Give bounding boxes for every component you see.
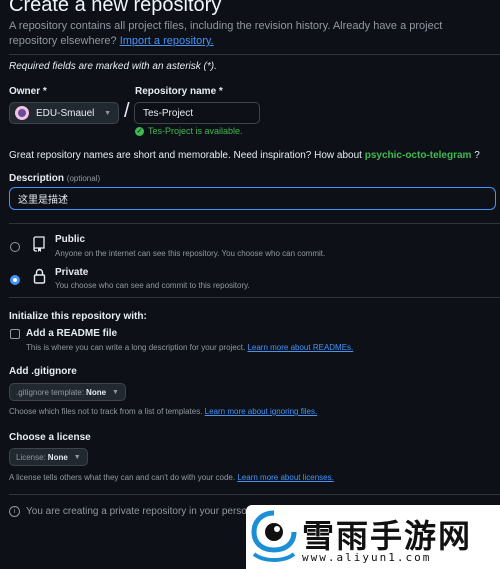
divider — [9, 54, 500, 55]
private-description: You choose who can see and commit to thi… — [55, 281, 250, 290]
divider — [9, 494, 500, 495]
private-radio[interactable] — [10, 275, 20, 285]
readme-learn-more-link[interactable]: Learn more about READMEs. — [247, 343, 353, 352]
owner-label: Owner * — [9, 86, 47, 97]
watermark-url: www.aliyun1.com — [302, 551, 432, 564]
readme-checkbox[interactable] — [10, 329, 20, 339]
intro-description: A repository contains all project files,… — [9, 20, 443, 47]
gitignore-select-prefix: .gitignore template: — [16, 387, 85, 397]
description-input[interactable]: 这里是描述 — [9, 187, 496, 210]
availability-status: ✓ Tes-Project is available. — [135, 126, 243, 136]
gitignore-heading: Add .gitignore — [9, 366, 77, 377]
watermark: 雪雨手游网 www.aliyun1.com — [246, 505, 500, 569]
private-title: Private — [55, 267, 89, 278]
init-heading: Initialize this repository with: — [9, 311, 147, 322]
license-help-text: A license tells others what they can and… — [9, 473, 236, 482]
watermark-logo-icon — [251, 510, 297, 562]
description-value: 这里是描述 — [18, 195, 68, 206]
divider — [9, 297, 500, 298]
suggested-name-link[interactable]: psychic-octo-telegram — [365, 150, 472, 161]
repo-name-input[interactable]: Tes-Project — [134, 102, 260, 124]
license-heading: Choose a license — [9, 432, 91, 443]
readme-help-text: This is where you can write a long descr… — [26, 343, 246, 352]
gitignore-template-select[interactable]: .gitignore template: None ▼ — [9, 383, 126, 401]
gitignore-learn-more-link[interactable]: Learn more about ignoring files. — [205, 407, 318, 416]
owner-name: EDU-Smauel — [36, 107, 95, 119]
divider — [9, 223, 500, 224]
caret-down-icon: ▼ — [104, 109, 111, 117]
info-icon: i — [9, 506, 20, 517]
name-inspiration: Great repository names are short and mem… — [9, 150, 480, 161]
page-title: Create a new repository — [9, 0, 222, 16]
optional-tag: (optional) — [66, 174, 101, 183]
inspiration-suffix: ? — [474, 150, 480, 161]
public-description: Anyone on the internet can see this repo… — [55, 249, 326, 258]
public-title: Public — [55, 234, 86, 245]
repo-name-label: Repository name * — [135, 86, 223, 97]
readme-label: Add a README file — [26, 328, 118, 339]
required-note: Required fields are marked with an aster… — [9, 61, 217, 72]
check-circle-icon: ✓ — [135, 126, 144, 136]
license-learn-more-link[interactable]: Learn more about licenses. — [237, 473, 334, 482]
availability-text: Tes-Project is available. — [148, 126, 243, 136]
gitignore-help-text: Choose which files not to track from a l… — [9, 407, 203, 416]
import-repository-link[interactable]: Import a repository. — [120, 35, 214, 47]
license-select-prefix: License: — [16, 452, 46, 462]
license-help: A license tells others what they can and… — [9, 473, 334, 482]
intro-text: A repository contains all project files,… — [9, 19, 489, 49]
avatar — [15, 106, 29, 120]
repo-name-value: Tes-Project — [143, 107, 194, 119]
gitignore-help: Choose which files not to track from a l… — [9, 407, 317, 416]
description-label-text: Description — [9, 173, 65, 184]
owner-repo-separator: / — [124, 100, 130, 122]
caret-down-icon: ▼ — [112, 388, 119, 396]
owner-dropdown[interactable]: EDU-Smauel ▼ — [9, 102, 119, 124]
private-repo-banner: i You are creating a private repository … — [9, 506, 247, 517]
license-select-value: None — [47, 452, 68, 462]
repo-icon — [33, 236, 45, 252]
public-radio[interactable] — [10, 242, 20, 252]
inspiration-text: Great repository names are short and mem… — [9, 150, 362, 161]
gitignore-select-value: None — [86, 387, 107, 397]
caret-down-icon: ▼ — [73, 453, 81, 461]
lock-icon — [33, 268, 46, 284]
description-label: Description (optional) — [9, 173, 100, 184]
readme-help: This is where you can write a long descr… — [26, 343, 353, 352]
license-select[interactable]: License: None ▼ — [9, 448, 88, 466]
banner-text: You are creating a private repository in… — [26, 506, 247, 517]
